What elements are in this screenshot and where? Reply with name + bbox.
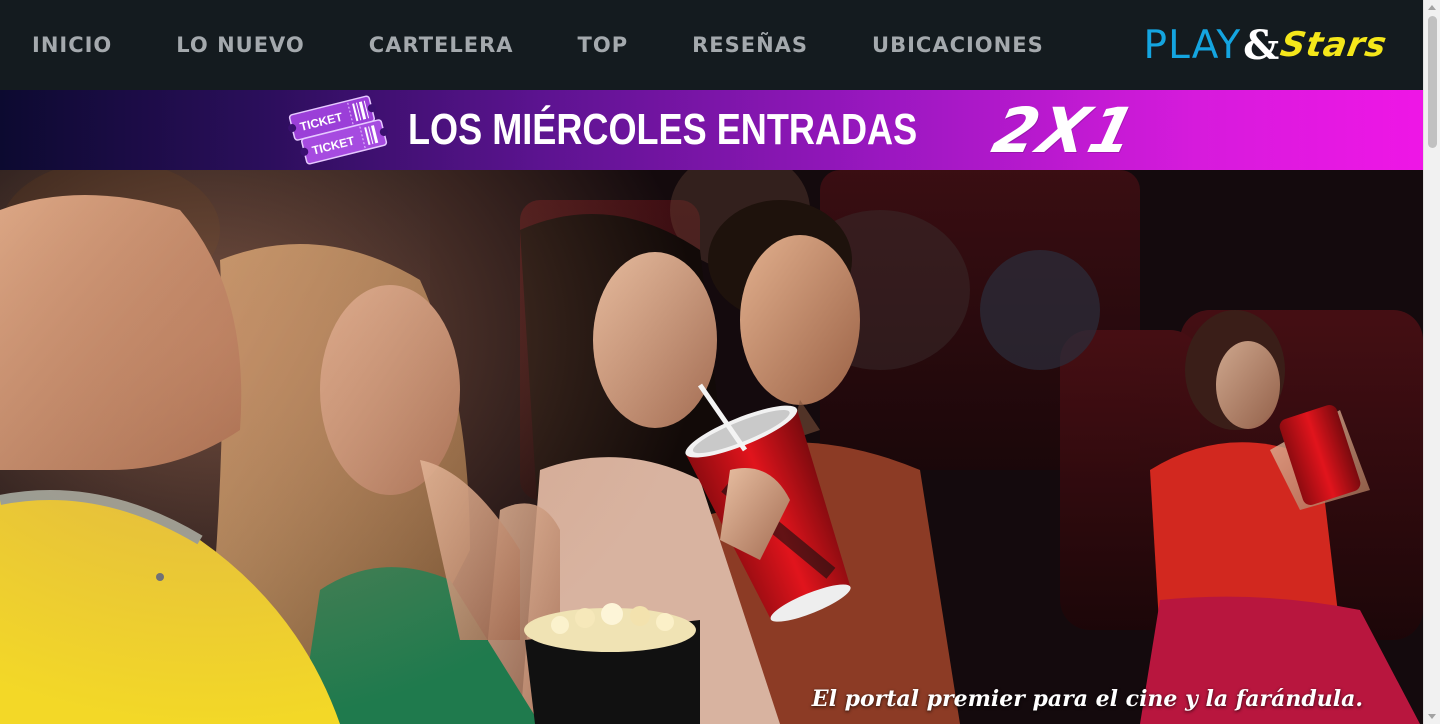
promo-text: LOS MIÉRCOLES ENTRADAS [407,105,918,154]
logo-play-text: PLAY [1143,22,1242,68]
top-navbar: INICIO LO NUEVO CARTELERA TOP RESEÑAS UB… [0,0,1423,90]
main-nav: INICIO LO NUEVO CARTELERA TOP RESEÑAS UB… [0,0,1108,90]
scrollbar-thumb[interactable] [1428,16,1437,148]
promo-banner[interactable]: TICKET TICKET LOS MIÉRCOLES ENTRADAS 2X1 [0,90,1423,170]
nav-item-resenas[interactable]: RESEÑAS [692,33,808,57]
site-logo[interactable]: PLAY & Stars [1143,21,1391,69]
nav-item-ubicaciones[interactable]: UBICACIONES [872,33,1044,57]
page-scrollbar[interactable] [1423,0,1440,724]
nav-item-inicio[interactable]: INICIO [32,33,112,57]
nav-item-lo-nuevo[interactable]: LO NUEVO [176,33,305,57]
promo-highlight-2x1: 2X1 [985,93,1145,167]
chevron-down-icon[interactable] [1428,714,1436,719]
chevron-up-icon[interactable] [1428,5,1436,10]
logo-ampersand: & [1243,21,1280,69]
hero-section: El portal premier para el cine y la fará… [0,170,1423,724]
nav-item-top[interactable]: TOP [578,33,629,57]
hero-tagline: El portal premier para el cine y la fará… [811,686,1363,712]
ticket-icon: TICKET TICKET [288,95,388,165]
hero-cinema-image [0,170,1423,724]
page: INICIO LO NUEVO CARTELERA TOP RESEÑAS UB… [0,0,1440,724]
nav-item-cartelera[interactable]: CARTELERA [369,33,514,57]
logo-stars-text: Stars [1277,25,1391,65]
